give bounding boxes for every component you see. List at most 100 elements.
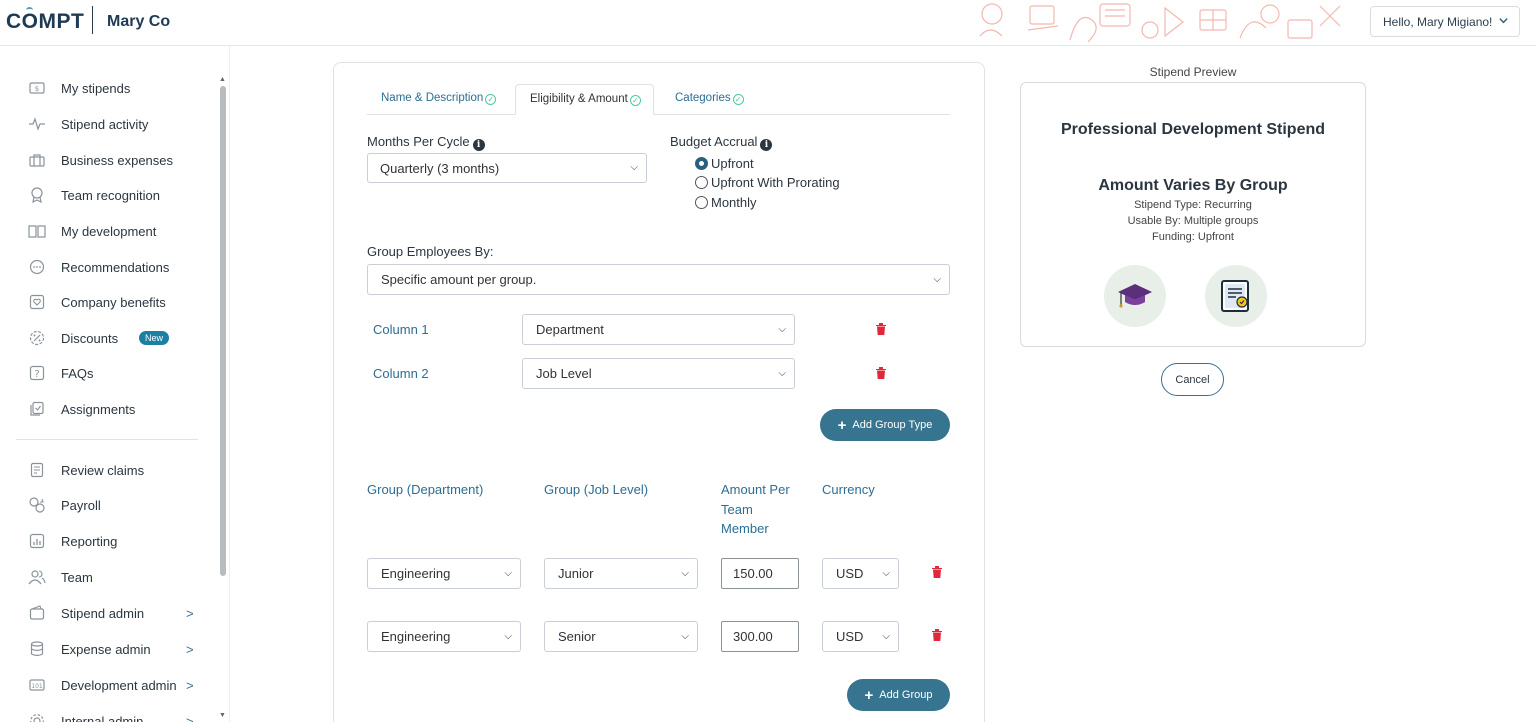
button-label: Add Group Type — [852, 419, 933, 431]
column-2-select[interactable]: Job Level ⌵ — [522, 358, 795, 389]
sidebar-item-internal-admin[interactable]: Internal admin > — [0, 706, 215, 722]
trash-icon[interactable] — [876, 323, 886, 335]
chevron-down-icon: ⌵ — [933, 273, 941, 285]
sidebar-item-stipend-admin[interactable]: Stipend admin > — [0, 598, 215, 628]
preview-stipend-type: Stipend Type: Recurring — [1134, 199, 1252, 211]
activity-icon — [28, 115, 46, 133]
sidebar-item-label: Discounts — [61, 330, 119, 346]
top-header: COMPT Mary Co Hello, Mary Migiano! — [0, 0, 1536, 46]
group-employees-by-select[interactable]: Specific amount per group. ⌵ — [367, 264, 950, 295]
radio-label: Upfront — [711, 156, 754, 171]
preview-usable-by: Usable By: Multiple groups — [1127, 215, 1259, 227]
sidebar-item-reporting[interactable]: Reporting — [0, 526, 215, 556]
column-1-select[interactable]: Department ⌵ — [522, 314, 795, 345]
chat-icon — [28, 258, 46, 276]
radio-selected[interactable] — [695, 157, 708, 170]
user-menu-dropdown[interactable]: Hello, Mary Migiano! — [1370, 6, 1520, 37]
trash-icon[interactable] — [932, 629, 942, 641]
sidebar-item-review-claims[interactable]: Review claims — [0, 455, 215, 485]
chevron-down-icon: ⌵ — [778, 323, 786, 335]
sidebar-item-recommendations[interactable]: Recommendations — [0, 252, 215, 282]
sidebar-item-my-stipends[interactable]: $ My stipends — [0, 73, 215, 103]
radio-unselected[interactable] — [695, 176, 708, 189]
dollar-card-icon: $ — [28, 79, 46, 97]
sidebar-item-expense-admin[interactable]: Expense admin > — [0, 634, 215, 664]
info-icon[interactable]: i — [760, 139, 773, 151]
header-group-job-level: Group (Job Level) — [544, 482, 649, 497]
sidebar-item-label: Assignments — [61, 401, 136, 417]
row-1-department-select[interactable]: Engineering ⌵ — [367, 558, 521, 589]
header-amount-per-member: Amount Per Team Member — [721, 480, 790, 539]
radio-unselected[interactable] — [695, 196, 708, 209]
row-2-currency-select[interactable]: USD ⌵ — [822, 621, 899, 652]
info-icon[interactable]: i — [472, 139, 485, 151]
heart-shield-icon — [28, 293, 46, 311]
sidebar-item-discounts[interactable]: Discounts New — [0, 323, 215, 353]
row-1-job-level-select[interactable]: Junior ⌵ — [544, 558, 698, 589]
accrual-option-upfront[interactable]: Upfront — [695, 156, 754, 171]
sidebar-item-business-expenses[interactable]: Business expenses — [0, 145, 215, 175]
sidebar-scrollbar-thumb[interactable] — [220, 86, 226, 576]
sidebar-item-development-admin[interactable]: 101 Development admin > — [0, 670, 215, 700]
wallet-icon — [28, 604, 46, 622]
tab-categories[interactable]: Categories ✓ — [661, 84, 756, 115]
sidebar-item-assignments[interactable]: Assignments — [0, 394, 215, 424]
preview-amount: Amount Varies By Group — [1098, 177, 1288, 194]
sidebar-item-label: Expense admin — [61, 641, 151, 657]
payroll-icon — [28, 496, 46, 514]
tab-name-description[interactable]: Name & Description ✓ — [367, 84, 508, 115]
certificate-icon — [1205, 265, 1267, 327]
sidebar-item-team-recognition[interactable]: Team recognition — [0, 180, 215, 210]
chevron-down-icon: ⌵ — [504, 630, 512, 642]
group-by-value: Specific amount per group. — [381, 272, 537, 287]
button-label: Add Group — [879, 689, 933, 701]
cancel-button[interactable]: Cancel — [1161, 363, 1224, 396]
accrual-option-monthly[interactable]: Monthly — [695, 195, 757, 210]
row-2-department-select[interactable]: Engineering ⌵ — [367, 621, 521, 652]
trash-icon[interactable] — [932, 566, 942, 578]
graduation-cap-icon — [1104, 265, 1166, 327]
tab-eligibility-amount[interactable]: Eligibility & Amount ✓ — [515, 84, 654, 115]
book-icon — [28, 222, 46, 240]
logo-divider — [92, 6, 93, 34]
budget-accrual-label: Budget Accrual i — [670, 134, 773, 151]
sidebar-item-payroll[interactable]: Payroll — [0, 490, 215, 520]
months-per-cycle-select[interactable]: Quarterly (3 months) ⌵ — [367, 153, 647, 183]
sidebar-item-stipend-activity[interactable]: Stipend activity — [0, 109, 215, 139]
row-2-job-level-select[interactable]: Senior ⌵ — [544, 621, 698, 652]
sidebar-item-faqs[interactable]: ? FAQs — [0, 358, 215, 388]
group-employees-by-label: Group Employees By: — [367, 244, 494, 259]
sidebar-item-my-development[interactable]: My development — [0, 216, 215, 246]
row-2-amount-input[interactable]: 300.00 — [721, 621, 799, 652]
briefcase-icon — [28, 151, 46, 169]
add-group-button[interactable]: + Add Group — [847, 679, 950, 711]
row-currency-value: USD — [836, 629, 864, 644]
sidebar-item-label: Stipend activity — [61, 116, 149, 132]
header-amount-line: Team — [721, 501, 753, 517]
checklist-icon — [28, 400, 46, 418]
percent-icon — [28, 329, 46, 347]
sidebar: $ My stipends Stipend activity Business … — [0, 46, 230, 722]
column-2-value: Job Level — [536, 366, 592, 381]
sidebar-item-company-benefits[interactable]: Company benefits — [0, 287, 215, 317]
tab-label: Name & Description — [381, 92, 484, 104]
compt-logo[interactable]: COMPT — [6, 10, 84, 34]
row-1-currency-select[interactable]: USD ⌵ — [822, 558, 899, 589]
tab-label: Eligibility & Amount — [530, 93, 628, 105]
accrual-option-upfront-prorating[interactable]: Upfront With Prorating — [695, 175, 840, 190]
months-label-text: Months Per Cycle — [367, 134, 470, 149]
chevron-down-icon: ⌵ — [882, 630, 890, 642]
sidebar-item-team[interactable]: Team — [0, 562, 215, 592]
sidebar-item-label: FAQs — [61, 365, 94, 381]
sidebar-divider — [16, 439, 198, 440]
trash-icon[interactable] — [876, 367, 886, 379]
chevron-down-icon: ⌵ — [630, 162, 638, 173]
chevron-down-icon: ⌵ — [504, 567, 512, 579]
scroll-down-arrow[interactable]: ▼ — [219, 712, 226, 719]
scroll-up-arrow[interactable]: ▲ — [219, 76, 226, 83]
sidebar-item-label: Payroll — [61, 497, 101, 513]
add-group-type-button[interactable]: + Add Group Type — [820, 409, 950, 441]
sidebar-item-label: Recommendations — [61, 259, 170, 275]
user-greeting: Hello, Mary Migiano! — [1383, 15, 1493, 29]
row-1-amount-input[interactable]: 150.00 — [721, 558, 799, 589]
